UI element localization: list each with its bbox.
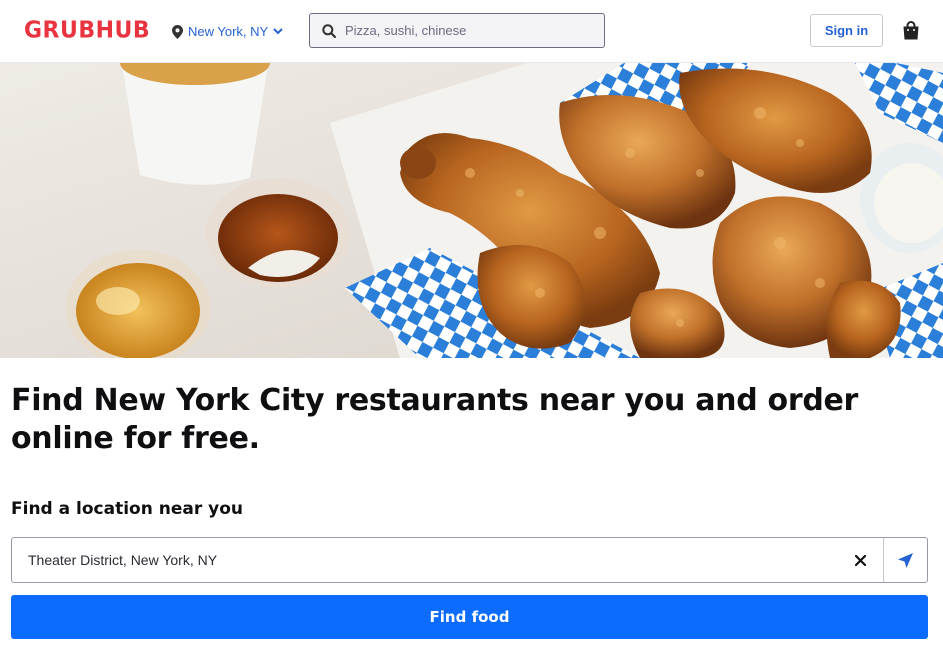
shopping-bag-icon[interactable] — [902, 21, 920, 40]
navigation-arrow-icon — [898, 552, 913, 568]
top-nav: GRUBHUB New York, NY Sign in — [0, 0, 943, 63]
sign-in-button[interactable]: Sign in — [810, 14, 883, 47]
find-food-button[interactable]: Find food — [11, 595, 928, 639]
grubhub-logo[interactable]: GRUBHUB — [24, 17, 150, 43]
location-label: New York, NY — [188, 24, 269, 39]
location-selector[interactable]: New York, NY — [172, 24, 283, 39]
search-bar[interactable] — [309, 13, 605, 48]
location-prompt-label: Find a location near you — [11, 499, 243, 519]
close-icon — [854, 554, 866, 566]
search-icon — [322, 23, 336, 38]
address-field[interactable] — [11, 537, 928, 583]
use-current-location-button[interactable] — [883, 538, 927, 582]
fried-chicken-photo — [0, 63, 943, 358]
page-headline: Find New York City restaurants near you … — [11, 383, 859, 456]
hero-image — [0, 63, 943, 358]
chevron-down-icon — [273, 28, 283, 35]
map-pin-icon — [172, 24, 183, 39]
address-input[interactable] — [12, 538, 837, 582]
search-input[interactable] — [345, 23, 595, 38]
clear-address-button[interactable] — [837, 538, 883, 582]
